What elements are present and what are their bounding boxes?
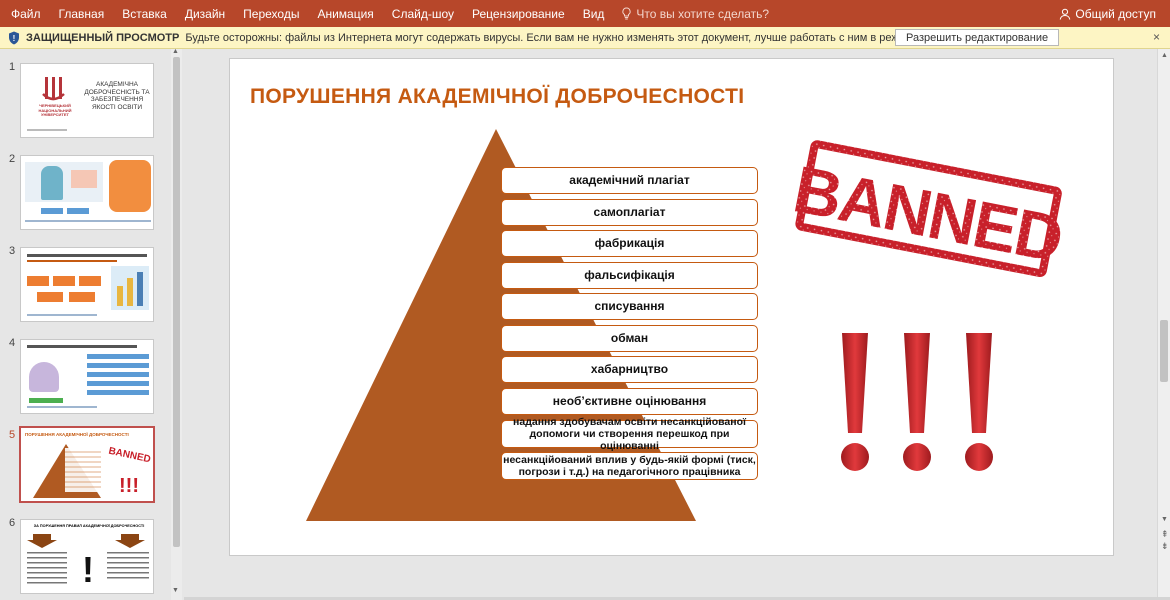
person-icon	[1060, 8, 1071, 20]
menu-tab-insert[interactable]: Вставка	[113, 7, 176, 21]
enable-editing-button[interactable]: Разрешить редактирование	[895, 29, 1060, 46]
pyramid-level: академічний плагіат	[501, 167, 758, 194]
slide2-arrow	[41, 208, 63, 214]
scroll-up-icon[interactable]: ▲	[1161, 52, 1168, 59]
pyramid-level: самоплагіат	[501, 199, 758, 226]
slide3-box	[69, 292, 95, 302]
menu-tab-file[interactable]: Файл	[0, 7, 50, 21]
slide3-box	[79, 276, 101, 286]
slide-number: 4	[9, 337, 16, 349]
slide-thumbnail-6[interactable]: ЗА ПОРУШЕННЯ ПРАВИЛ АКАДЕМІЧНОЇ ДОБРОЧЕС…	[20, 519, 154, 594]
pyramid-level: хабарництво	[501, 356, 758, 383]
tell-me-box[interactable]: Что вы хотите сделать?	[613, 7, 769, 21]
svg-text:BANNED: BANNED	[107, 446, 151, 466]
slide2-arrow	[67, 208, 89, 214]
shield-icon: !	[9, 31, 19, 44]
exclamation-marks-icon	[841, 333, 993, 471]
slide-number: 3	[9, 245, 16, 257]
protected-view-bar: ! ЗАЩИЩЕННЫЙ ПРОСМОТР Будьте осторожны: …	[0, 27, 1170, 49]
protected-view-title: ЗАЩИЩЕННЫЙ ПРОСМОТР	[26, 31, 180, 44]
slide3-box	[27, 276, 49, 286]
slide-thumbnail-4[interactable]	[20, 339, 154, 414]
slide-number: 6	[9, 517, 16, 529]
slide2-shape	[71, 170, 97, 188]
scroll-down-icon[interactable]: ▼	[172, 587, 179, 594]
slide-thumbnail-2[interactable]	[20, 155, 154, 230]
menu-tab-home[interactable]: Главная	[50, 7, 114, 21]
pyramid-level: несанкційований вплив у будь-якій формі …	[501, 452, 758, 480]
scrollbar-thumb[interactable]	[173, 57, 180, 547]
pyramid-level: обман	[501, 325, 758, 352]
previous-slide-icon[interactable]: ⇞	[1161, 529, 1169, 540]
slide-number: 1	[9, 61, 16, 73]
pyramid-level: надання здобувачам освіти несанкційовано…	[501, 416, 758, 452]
lightbulb-icon	[622, 7, 631, 20]
pyramid-level: необ’єктивне оцінювання	[501, 388, 758, 415]
next-slide-icon[interactable]: ⇟	[1161, 541, 1169, 552]
scrollbar-thumb[interactable]	[1160, 320, 1168, 382]
menu-tab-transitions[interactable]: Переходы	[234, 7, 308, 21]
slide4-heading	[27, 345, 137, 348]
slide4-row	[87, 354, 149, 359]
close-icon[interactable]: ×	[1153, 30, 1160, 44]
slide4-label	[29, 398, 63, 403]
slide-number: 2	[9, 153, 16, 165]
slide-thumbnail-3[interactable]	[20, 247, 154, 322]
thumbnail-scrollbar[interactable]: ▲ ▼	[171, 48, 182, 600]
slide4-row	[87, 363, 149, 368]
menu-tab-slideshow[interactable]: Слайд-шоу	[383, 7, 463, 21]
slide2-footer	[25, 220, 151, 222]
slide-thumbnail-pane: 1 ЧЕРНІВЕЦЬКИЙ НАЦІОНАЛЬНИЙ УНІВЕРСИТЕТ …	[0, 48, 184, 600]
share-button[interactable]: Общий доступ	[1059, 0, 1156, 27]
slide4-footer	[27, 406, 97, 408]
menu-tab-review[interactable]: Рецензирование	[463, 7, 574, 21]
pyramid-thumb: BANNED !!!	[33, 444, 152, 498]
slide4-figure	[29, 362, 59, 392]
ribbon-menu-bar: Файл Главная Вставка Дизайн Переходы Ани…	[0, 0, 1170, 27]
scroll-down-icon[interactable]: ▼	[1161, 516, 1168, 523]
scroll-up-icon[interactable]: ▲	[172, 48, 179, 55]
slide3-bar	[117, 286, 123, 306]
menu-tab-design[interactable]: Дизайн	[176, 7, 234, 21]
pyramid-level: фальсифікація	[501, 262, 758, 289]
banned-text: BANNED	[790, 151, 1067, 275]
slide6-arrows: !	[27, 534, 149, 590]
slide4-row	[87, 381, 149, 386]
svg-text:!: !	[82, 549, 94, 590]
slide2-callout	[109, 160, 151, 212]
slide4-row	[87, 390, 149, 395]
slide3-heading	[27, 254, 147, 257]
pyramid-level: списування	[501, 293, 758, 320]
slide3-box	[53, 276, 75, 286]
pyramid-level: фабрикація	[501, 230, 758, 257]
menu-tab-animations[interactable]: Анимация	[308, 7, 382, 21]
university-name: ЧЕРНІВЕЦЬКИЙ НАЦІОНАЛЬНИЙ УНІВЕРСИТЕТ	[38, 103, 72, 117]
slide3-footer	[27, 314, 97, 316]
slide1-title: АКАДЕМІЧНА ДОБРОЧЕСНІСТЬ ТА ЗАБЕЗПЕЧЕННЯ…	[84, 81, 150, 111]
svg-text:!!!: !!!	[119, 475, 139, 497]
current-slide[interactable]: ПОРУШЕННЯ АКАДЕМІЧНОЇ ДОБРОЧЕСНОСТІ акад…	[229, 58, 1114, 556]
slide2-figure	[41, 166, 63, 200]
slide3-box	[37, 292, 63, 302]
share-label: Общий доступ	[1075, 6, 1156, 21]
slide-number-active: 5	[9, 429, 16, 441]
slide-editing-area: ПОРУШЕННЯ АКАДЕМІЧНОЇ ДОБРОЧЕСНОСТІ акад…	[184, 49, 1157, 600]
slide3-bar	[127, 278, 133, 306]
slide3-bar	[137, 272, 143, 306]
svg-text:!: !	[13, 34, 16, 43]
menu-tab-view[interactable]: Вид	[574, 7, 614, 21]
slide4-row	[87, 372, 149, 377]
tell-me-text: Что вы хотите сделать?	[636, 6, 770, 21]
slide3-heading	[27, 260, 117, 262]
slide-thumbnail-1[interactable]: ЧЕРНІВЕЦЬКИЙ НАЦІОНАЛЬНИЙ УНІВЕРСИТЕТ АК…	[20, 63, 154, 138]
slide-scrollbar[interactable]: ▲ ▼ ⇞ ⇟	[1157, 49, 1170, 600]
slide-thumbnail-5[interactable]: ПОРУШЕННЯ АКАДЕМІЧНОЇ ДОБРОЧЕСНОСТІ BANN…	[19, 426, 155, 503]
slide1-footer	[27, 129, 67, 131]
banned-stamp: BANNED	[790, 140, 1067, 278]
